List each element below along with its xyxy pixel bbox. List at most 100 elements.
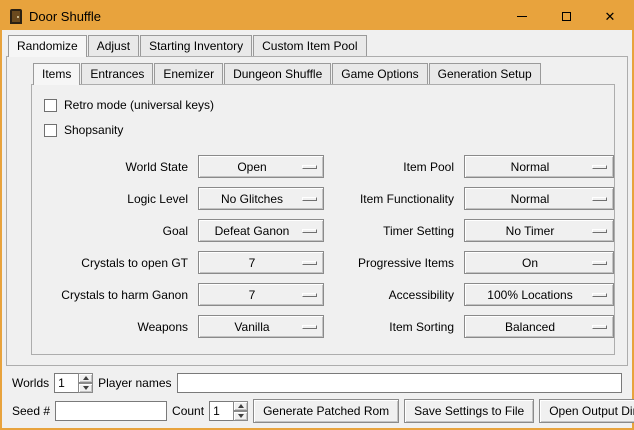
timer-setting-dropdown[interactable]: No Timer <box>464 219 614 242</box>
accessibility-value: 100% Locations <box>487 288 572 302</box>
arrow-down-icon <box>238 414 244 418</box>
randomize-pane: Items Entrances Enemizer Dungeon Shuffle… <box>6 56 628 366</box>
items-pane: Retro mode (universal keys) Shopsanity W… <box>31 84 615 355</box>
seed-row: Seed # Count Generate Patched Rom Save S… <box>6 396 628 426</box>
item-pool-value: Normal <box>511 160 550 174</box>
shopsanity-checkbox[interactable] <box>44 124 57 137</box>
worlds-spin-down[interactable] <box>78 383 93 393</box>
secondary-tab-bar: Items Entrances Enemizer Dungeon Shuffle… <box>31 63 615 84</box>
app-icon <box>10 9 22 24</box>
item-functionality-value: Normal <box>511 192 550 206</box>
count-input[interactable] <box>209 401 233 421</box>
timer-setting-value: No Timer <box>506 224 555 238</box>
dropdown-indicator-icon <box>592 261 607 265</box>
player-names-input[interactable] <box>177 373 623 393</box>
primary-tab-bar: Randomize Adjust Starting Inventory Cust… <box>6 35 628 56</box>
count-spinner <box>209 401 248 421</box>
arrow-up-icon <box>238 404 244 408</box>
item-functionality-label: Item Functionality <box>332 192 456 206</box>
crystals-gt-dropdown[interactable]: 7 <box>198 251 324 274</box>
world-state-label: World State <box>40 160 190 174</box>
close-icon: ✕ <box>605 10 616 23</box>
crystals-gt-value: 7 <box>249 256 256 270</box>
crystals-ganon-label: Crystals to harm Ganon <box>40 288 190 302</box>
app-window: Door Shuffle ✕ Randomize Adjust Starting… <box>0 0 634 430</box>
goal-label: Goal <box>40 224 190 238</box>
worlds-spin-up[interactable] <box>78 373 93 383</box>
player-names-label: Player names <box>98 376 171 390</box>
minimize-button[interactable] <box>500 2 544 30</box>
dropdown-indicator-icon <box>592 165 607 169</box>
dropdown-indicator-icon <box>302 261 317 265</box>
weapons-label: Weapons <box>40 320 190 334</box>
worlds-spinner <box>54 373 93 393</box>
weapons-value: Vanilla <box>234 320 269 334</box>
dropdown-indicator-icon <box>302 325 317 329</box>
retro-mode-checkbox[interactable] <box>44 99 57 112</box>
goal-dropdown[interactable]: Defeat Ganon <box>198 219 324 242</box>
logic-level-dropdown[interactable]: No Glitches <box>198 187 324 210</box>
worlds-label: Worlds <box>12 376 49 390</box>
tab-enemizer[interactable]: Enemizer <box>154 63 223 84</box>
item-pool-label: Item Pool <box>332 160 456 174</box>
tab-entrances[interactable]: Entrances <box>81 63 153 84</box>
item-pool-dropdown[interactable]: Normal <box>464 155 614 178</box>
dropdown-indicator-icon <box>592 325 607 329</box>
tab-generation-setup[interactable]: Generation Setup <box>429 63 541 84</box>
shopsanity-row: Shopsanity <box>44 119 606 141</box>
worlds-row: Worlds Player names <box>6 370 628 396</box>
item-sorting-dropdown[interactable]: Balanced <box>464 315 614 338</box>
tab-dungeon-shuffle[interactable]: Dungeon Shuffle <box>224 63 331 84</box>
dropdown-indicator-icon <box>592 293 607 297</box>
dropdown-indicator-icon <box>302 197 317 201</box>
options-grid: World State Open Item Pool Normal Logic … <box>40 155 606 338</box>
count-spin-up[interactable] <box>233 401 248 411</box>
accessibility-dropdown[interactable]: 100% Locations <box>464 283 614 306</box>
dropdown-indicator-icon <box>302 229 317 233</box>
item-sorting-label: Item Sorting <box>332 320 456 334</box>
dropdown-indicator-icon <box>592 197 607 201</box>
crystals-gt-label: Crystals to open GT <box>40 256 190 270</box>
dropdown-indicator-icon <box>302 293 317 297</box>
logic-level-label: Logic Level <box>40 192 190 206</box>
goal-value: Defeat Ganon <box>215 224 290 238</box>
maximize-button[interactable] <box>544 2 588 30</box>
accessibility-label: Accessibility <box>332 288 456 302</box>
world-state-value: Open <box>237 160 266 174</box>
tab-custom-item-pool[interactable]: Custom Item Pool <box>253 35 366 56</box>
count-spin-down[interactable] <box>233 411 248 421</box>
tab-game-options[interactable]: Game Options <box>332 63 427 84</box>
tab-items[interactable]: Items <box>33 63 80 85</box>
tab-adjust[interactable]: Adjust <box>88 35 139 56</box>
maximize-icon <box>562 12 571 21</box>
dropdown-indicator-icon <box>592 229 607 233</box>
weapons-dropdown[interactable]: Vanilla <box>198 315 324 338</box>
save-settings-button[interactable]: Save Settings to File <box>404 399 534 423</box>
worlds-input[interactable] <box>54 373 78 393</box>
title-bar: Door Shuffle ✕ <box>2 2 632 30</box>
timer-setting-label: Timer Setting <box>332 224 456 238</box>
world-state-dropdown[interactable]: Open <box>198 155 324 178</box>
generate-patched-rom-button[interactable]: Generate Patched Rom <box>253 399 399 423</box>
dropdown-indicator-icon <box>302 165 317 169</box>
count-label: Count <box>172 404 204 418</box>
progressive-items-value: On <box>522 256 538 270</box>
shopsanity-label: Shopsanity <box>64 123 123 137</box>
progressive-items-dropdown[interactable]: On <box>464 251 614 274</box>
logic-level-value: No Glitches <box>221 192 283 206</box>
seed-label: Seed # <box>12 404 50 418</box>
tab-randomize[interactable]: Randomize <box>8 35 87 57</box>
progressive-items-label: Progressive Items <box>332 256 456 270</box>
item-functionality-dropdown[interactable]: Normal <box>464 187 614 210</box>
close-button[interactable]: ✕ <box>588 2 632 30</box>
open-output-directory-button[interactable]: Open Output Directory <box>539 399 634 423</box>
retro-mode-row: Retro mode (universal keys) <box>44 94 606 116</box>
item-sorting-value: Balanced <box>505 320 555 334</box>
minimize-icon <box>517 16 527 17</box>
crystals-ganon-dropdown[interactable]: 7 <box>198 283 324 306</box>
seed-input[interactable] <box>55 401 167 421</box>
arrow-down-icon <box>83 386 89 390</box>
retro-mode-label: Retro mode (universal keys) <box>64 98 214 112</box>
tab-starting-inventory[interactable]: Starting Inventory <box>140 35 252 56</box>
arrow-up-icon <box>83 376 89 380</box>
